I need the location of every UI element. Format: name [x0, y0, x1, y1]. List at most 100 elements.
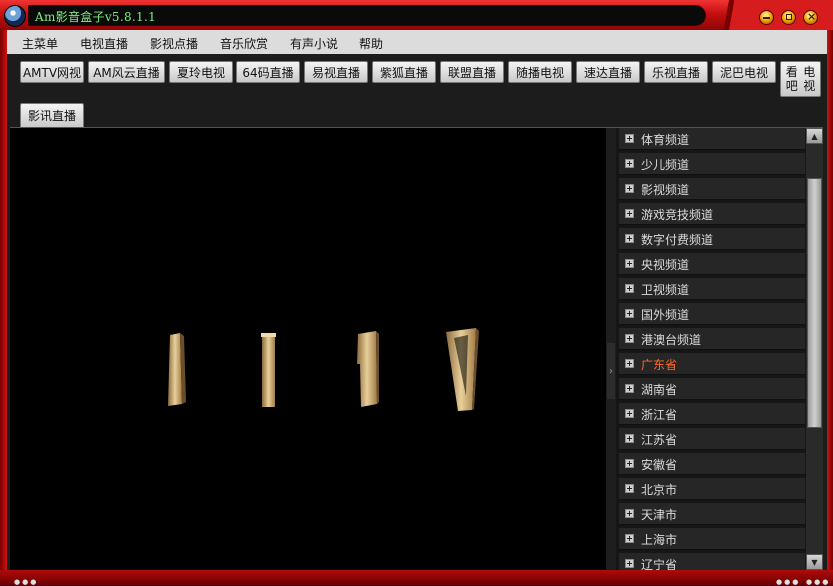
category-item-beijing[interactable]: 北京市 [619, 478, 805, 500]
category-label: 北京市 [641, 483, 678, 497]
category-item-hunan[interactable]: 湖南省 [619, 378, 805, 400]
category-label: 影视频道 [641, 183, 690, 197]
category-item-guangdong[interactable]: 广东省 [619, 353, 805, 375]
source-button-suda[interactable]: 速达直播 [576, 61, 640, 83]
collapse-panel-handle[interactable]: › [607, 343, 615, 399]
source-button-leshi[interactable]: 乐视直播 [644, 61, 708, 83]
expand-icon[interactable] [625, 384, 634, 393]
category-item-sports[interactable]: 体育频道 [619, 128, 805, 150]
menu-audio-novels[interactable]: 有声小说 [290, 35, 338, 52]
expand-icon[interactable] [625, 309, 634, 318]
category-label: 辽宁省 [641, 558, 678, 570]
window-title: Am影音盒子v5.8.1.1 [35, 10, 157, 24]
source-button-kanba[interactable]: 看吧 电视 [780, 61, 821, 97]
menu-main[interactable]: 主菜单 [22, 35, 58, 52]
menu-tv-live[interactable]: 电视直播 [80, 35, 128, 52]
channel-list-scrollbar[interactable]: ▲ ▼ [806, 128, 823, 570]
expand-icon[interactable] [625, 259, 634, 268]
category-label: 数字付费频道 [641, 233, 714, 247]
category-label: 江苏省 [641, 433, 678, 447]
source-button-niba[interactable]: 泥巴电视 [712, 61, 776, 83]
category-label: 安徽省 [641, 458, 678, 472]
menu-bar: 主菜单 电视直播 影视点播 音乐欣赏 有声小说 帮助 [7, 30, 827, 54]
expand-icon[interactable] [625, 184, 634, 193]
expand-icon[interactable] [625, 534, 634, 543]
expand-icon[interactable] [625, 559, 634, 568]
app-logo-icon[interactable] [4, 5, 26, 27]
menu-music[interactable]: 音乐欣赏 [220, 35, 268, 52]
expand-icon[interactable] [625, 359, 634, 368]
category-item-paid[interactable]: 数字付费频道 [619, 228, 805, 250]
category-label: 浙江省 [641, 408, 678, 422]
source-button-64ma[interactable]: 64码直播 [236, 61, 300, 83]
category-item-kids[interactable]: 少儿频道 [619, 153, 805, 175]
category-label: 港澳台频道 [641, 333, 702, 347]
loading-logo-letter-4 [446, 328, 479, 411]
chevron-right-icon: › [609, 365, 613, 377]
title-bar[interactable]: Am影音盒子v5.8.1.1 × [0, 0, 833, 30]
category-item-hk-macau-tw[interactable]: 港澳台频道 [619, 328, 805, 350]
expand-icon[interactable] [625, 284, 634, 293]
source-button-kanba-line2: 电视 [803, 65, 816, 93]
category-item-zhejiang[interactable]: 浙江省 [619, 403, 805, 425]
source-button-lianmeng[interactable]: 联盟直播 [440, 61, 504, 83]
scroll-down-icon[interactable]: ▼ [806, 554, 823, 570]
expand-icon[interactable] [625, 234, 634, 243]
channel-source-bar: AMTV网视 AM风云直播 夏玲电视 64码直播 易视直播 紫狐直播 联盟直播 … [7, 54, 827, 128]
category-item-anhui[interactable]: 安徽省 [619, 453, 805, 475]
expand-icon[interactable] [625, 434, 634, 443]
minimize-icon[interactable] [759, 10, 774, 25]
category-label: 少儿频道 [641, 158, 690, 172]
source-button-zihu[interactable]: 紫狐直播 [372, 61, 436, 83]
category-label: 国外频道 [641, 308, 690, 322]
category-label: 天津市 [641, 508, 678, 522]
loading-logo-letter-3 [357, 331, 379, 407]
scrollbar-thumb[interactable] [807, 178, 822, 428]
expand-icon[interactable] [625, 159, 634, 168]
expand-icon[interactable] [625, 459, 634, 468]
expand-icon[interactable] [625, 134, 634, 143]
category-label: 体育频道 [641, 133, 690, 147]
menu-help[interactable]: 帮助 [359, 35, 383, 52]
category-item-foreign[interactable]: 国外频道 [619, 303, 805, 325]
source-button-am-fengyun[interactable]: AM风云直播 [88, 61, 165, 83]
category-label: 湖南省 [641, 383, 678, 397]
category-item-cctv[interactable]: 央视频道 [619, 253, 805, 275]
loading-logo [168, 328, 479, 411]
title-box: Am影音盒子v5.8.1.1 [28, 5, 706, 26]
expand-icon[interactable] [625, 209, 634, 218]
source-button-yishi[interactable]: 易视直播 [304, 61, 368, 83]
category-item-liaoning[interactable]: 辽宁省 [619, 553, 805, 570]
source-button-kanba-line1: 看吧 [785, 65, 798, 93]
menu-video-on-demand[interactable]: 影视点播 [150, 35, 198, 52]
category-item-shanghai[interactable]: 上海市 [619, 528, 805, 550]
tab-yingxun[interactable]: 影讯直播 [20, 103, 84, 127]
source-button-xialing[interactable]: 夏玲电视 [169, 61, 233, 83]
expand-icon[interactable] [625, 509, 634, 518]
maximize-icon[interactable] [781, 10, 796, 25]
category-item-esports[interactable]: 游戏竞技频道 [619, 203, 805, 225]
video-player-area[interactable] [10, 128, 606, 570]
frame-left-edge [0, 30, 7, 575]
category-label: 央视频道 [641, 258, 690, 272]
close-icon[interactable]: × [803, 10, 818, 25]
expand-icon[interactable] [625, 334, 634, 343]
category-label-highlighted: 广东省 [641, 358, 678, 372]
category-item-satellite[interactable]: 卫视频道 [619, 278, 805, 300]
expand-icon[interactable] [625, 409, 634, 418]
status-bar [0, 570, 833, 585]
loading-logo-letter-1 [168, 333, 186, 406]
expand-icon[interactable] [625, 484, 634, 493]
source-button-suibo[interactable]: 随播电视 [508, 61, 572, 83]
category-item-movies[interactable]: 影视频道 [619, 178, 805, 200]
scroll-up-icon[interactable]: ▲ [806, 128, 823, 144]
category-item-jiangsu[interactable]: 江苏省 [619, 428, 805, 450]
category-label: 上海市 [641, 533, 678, 547]
frame-inner-right [823, 127, 827, 570]
category-label: 卫视频道 [641, 283, 690, 297]
category-label: 游戏竞技频道 [641, 208, 714, 222]
loading-logo-letter-2 [261, 333, 276, 407]
frame-right-edge [827, 30, 833, 575]
category-item-tianjin[interactable]: 天津市 [619, 503, 805, 525]
source-button-amtv[interactable]: AMTV网视 [20, 61, 84, 83]
